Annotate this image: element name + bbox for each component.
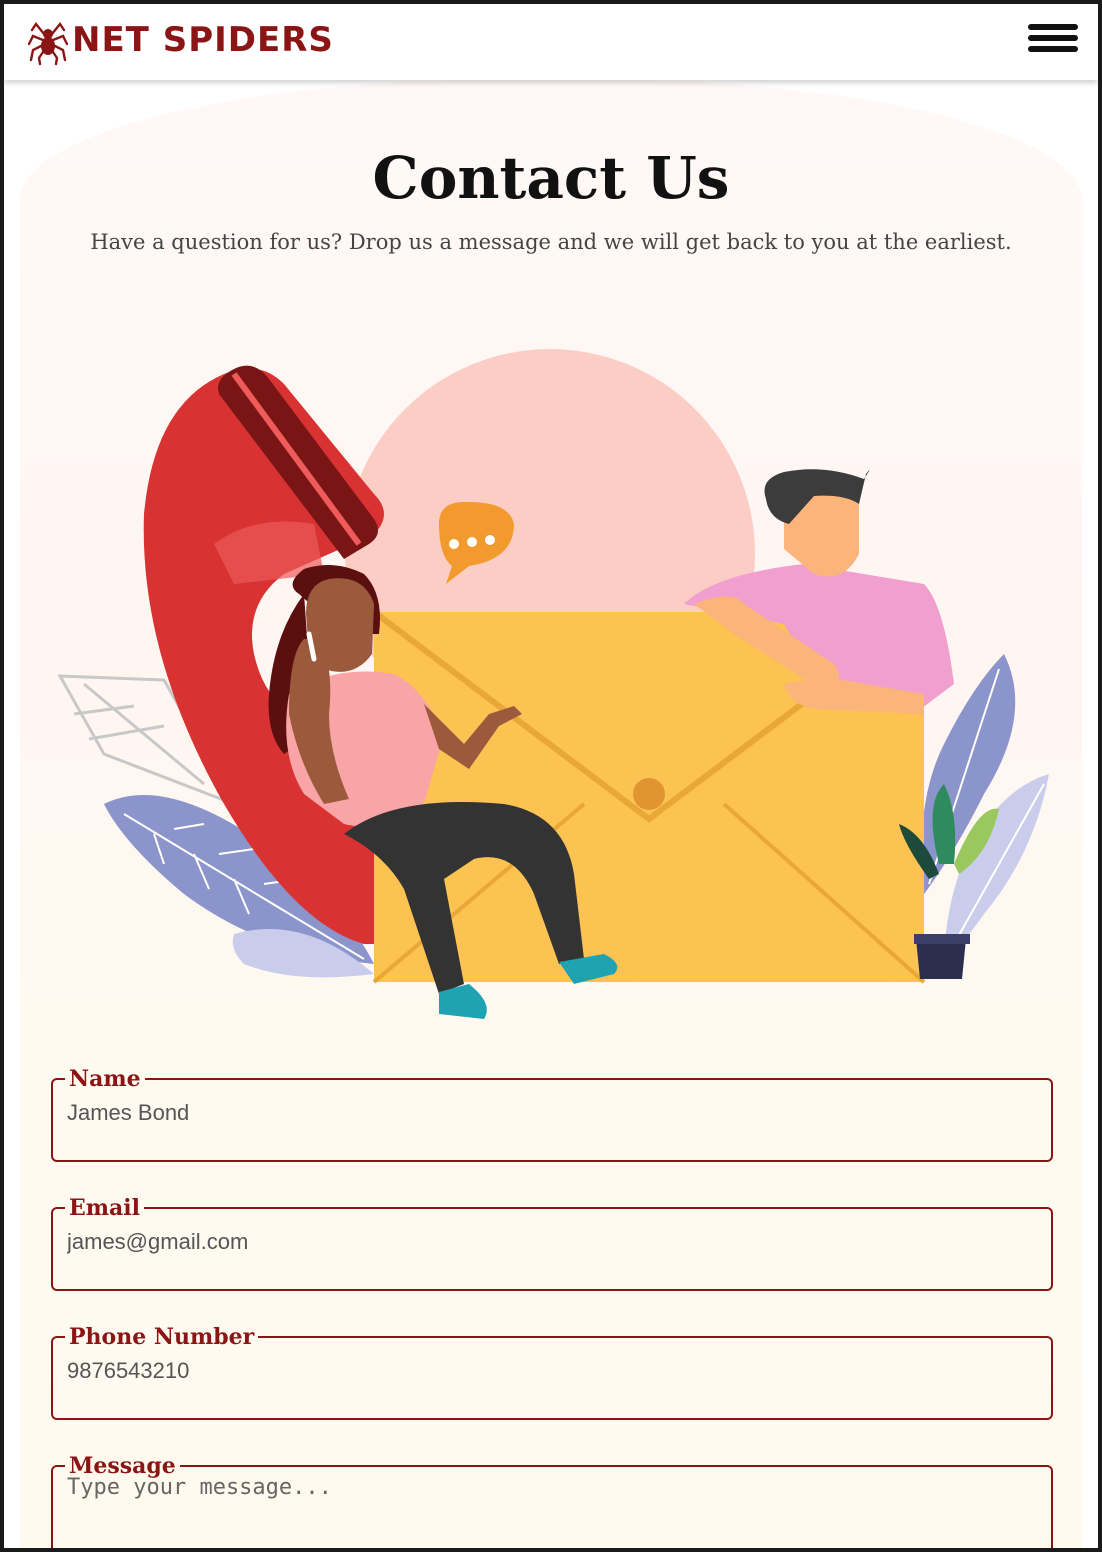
spider-logo-icon (28, 21, 68, 66)
name-input[interactable] (53, 1086, 1051, 1140)
page-title: Contact Us (372, 144, 730, 212)
page-subtitle: Have a question for us? Drop us a messag… (90, 230, 1012, 254)
brand-name: NET SPIDERS (72, 20, 334, 60)
email-field[interactable]: Email (51, 1195, 1053, 1291)
contact-illustration (57, 349, 1049, 1019)
message-field[interactable]: Message (51, 1453, 1053, 1548)
email-input[interactable] (53, 1215, 1051, 1269)
navbar: NET SPIDERS (4, 4, 1098, 80)
phone-input[interactable] (53, 1344, 1051, 1398)
hamburger-menu-icon[interactable] (1028, 24, 1078, 60)
phone-field[interactable]: Phone Number (51, 1324, 1053, 1420)
page-frame: NET SPIDERS Contact Us Have a question f… (4, 4, 1098, 1548)
name-field[interactable]: Name (51, 1066, 1053, 1162)
message-textarea[interactable] (53, 1475, 1051, 1545)
logo[interactable]: NET SPIDERS (28, 14, 334, 66)
